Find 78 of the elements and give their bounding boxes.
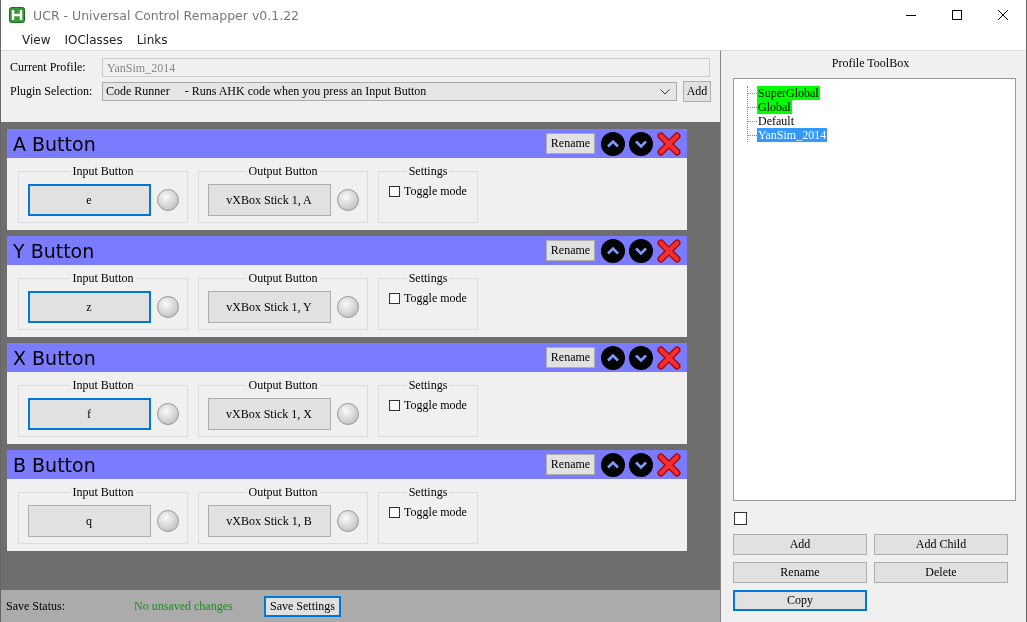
group-title: Settings <box>406 485 450 499</box>
group-title: Settings <box>406 271 450 285</box>
toolbox-button[interactable]: Copy <box>733 590 867 611</box>
checkbox-label: Toggle mode <box>404 505 467 520</box>
input-binding-button[interactable]: q <box>27 505 151 537</box>
move-down-icon[interactable] <box>629 238 653 263</box>
toolbox-button[interactable]: Add Child <box>874 534 1008 555</box>
output-binding-button[interactable]: vXBox Stick 1, X <box>207 398 331 430</box>
rename-button[interactable]: Rename <box>546 133 595 154</box>
group-title: Input Button <box>70 485 136 499</box>
toggle-checkbox[interactable] <box>389 507 401 518</box>
group-title: Input Button <box>70 164 136 178</box>
panel-title: Profile ToolBox <box>830 55 911 72</box>
field-label: Plugin Selection: <box>10 84 94 99</box>
status-label: Save Status: <box>6 598 66 614</box>
caret-icon <box>660 88 670 95</box>
input-binding-button[interactable]: e <box>27 184 151 216</box>
plugin-name: Y Button <box>13 239 95 262</box>
move-down-icon[interactable] <box>629 131 653 156</box>
checkbox[interactable] <box>734 512 747 525</box>
move-down-icon[interactable] <box>629 452 653 477</box>
move-up-icon[interactable] <box>601 345 625 370</box>
toolbox-button[interactable]: Delete <box>874 562 1008 583</box>
rename-button[interactable]: Rename <box>546 347 595 368</box>
rename-button[interactable]: Rename <box>546 240 595 261</box>
tree-item[interactable]: Default <box>757 114 795 128</box>
plugin-name: A Button <box>13 132 96 155</box>
indicator-light <box>336 189 359 211</box>
indicator-light <box>336 510 359 532</box>
toolbox-button[interactable]: Rename <box>733 562 867 583</box>
rename-button[interactable]: Rename <box>546 454 595 475</box>
menu-item[interactable]: View <box>15 33 58 47</box>
toggle-checkbox[interactable] <box>389 400 401 411</box>
group-title: Input Button <box>70 378 136 392</box>
add-button[interactable]: Add <box>683 81 711 102</box>
input-binding-button[interactable]: f <box>27 398 151 430</box>
indicator-light <box>336 296 359 318</box>
plugin-name: X Button <box>13 346 96 369</box>
output-binding-button[interactable]: vXBox Stick 1, A <box>207 184 331 216</box>
group-title: Settings <box>406 378 450 392</box>
group-title: Output Button <box>246 164 320 178</box>
group-title: Output Button <box>246 485 320 499</box>
toolbox-button[interactable]: Add <box>733 534 867 555</box>
checkbox-label: Toggle mode <box>404 291 467 306</box>
menu-item[interactable]: Links <box>129 33 175 47</box>
field-label: Current Profile: <box>10 60 87 75</box>
move-down-icon[interactable] <box>629 345 653 370</box>
move-up-icon[interactable] <box>601 131 625 156</box>
indicator-light <box>156 510 179 532</box>
output-binding-button[interactable]: vXBox Stick 1, Y <box>207 291 331 323</box>
move-up-icon[interactable] <box>601 452 625 477</box>
plugin-name: B Button <box>13 453 96 476</box>
group-title: Settings <box>406 164 450 178</box>
toggle-checkbox[interactable] <box>389 186 401 197</box>
indicator-light <box>336 403 359 425</box>
app-logo-icon <box>9 7 25 23</box>
indicator-light <box>156 403 179 425</box>
indicator-light <box>156 189 179 211</box>
plugin-dropdown[interactable]: Code Runner - Runs AHK code when you press an Input Button <box>102 82 677 101</box>
move-up-icon[interactable] <box>601 238 625 263</box>
indicator-light <box>156 296 179 318</box>
save-status-text: No unsaved changes <box>134 598 234 614</box>
current-profile-field: YanSim_2014 <box>102 58 710 77</box>
checkbox-label: Toggle mode <box>404 184 467 199</box>
menu-item[interactable]: IOClasses <box>57 33 130 47</box>
group-title: Input Button <box>70 271 136 285</box>
tree-item[interactable]: Global <box>757 100 792 114</box>
maximize-icon[interactable] <box>952 10 962 20</box>
group-title: Output Button <box>246 271 320 285</box>
checkbox-label: Toggle mode <box>404 398 467 413</box>
input-binding-button[interactable]: z <box>27 291 151 323</box>
tree-item[interactable]: SuperGlobal <box>757 86 820 100</box>
output-binding-button[interactable]: vXBox Stick 1, B <box>207 505 331 537</box>
window-title: UCR - Universal Control Remapper v0.1.22 <box>33 7 300 23</box>
save-settings-button[interactable]: Save Settings <box>264 595 341 617</box>
close-icon[interactable] <box>998 10 1008 20</box>
toggle-checkbox[interactable] <box>389 293 401 304</box>
group-title: Output Button <box>246 378 320 392</box>
